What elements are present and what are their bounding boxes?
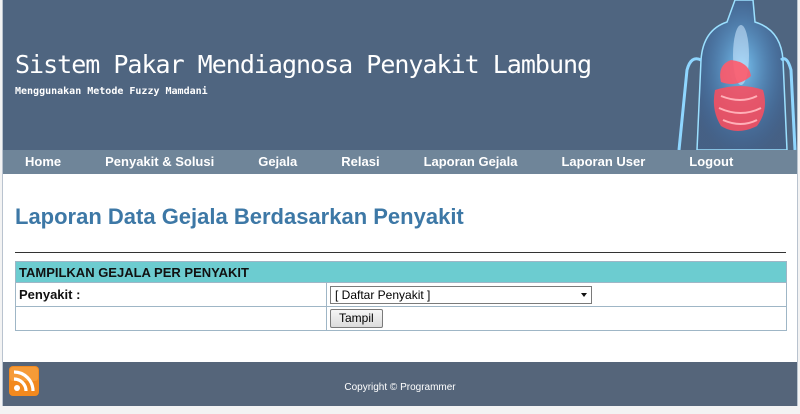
nav-relasi[interactable]: Relasi	[319, 150, 401, 174]
penyakit-select-value: [ Daftar Penyakit ]	[335, 287, 431, 302]
page-frame: Sistem Pakar Mendiagnosa Penyakit Lambun…	[2, 0, 798, 406]
tampil-button[interactable]: Tampil	[330, 309, 383, 328]
page-title: Laporan Data Gejala Berdasarkan Penyakit	[15, 204, 464, 229]
filter-form-table: TAMPILKAN GEJALA PER PENYAKIT Penyakit :…	[15, 261, 787, 331]
button-cell: Tampil	[326, 306, 787, 331]
site-footer: Copyright © Programmer	[3, 362, 797, 406]
penyakit-label: Penyakit :	[15, 282, 327, 307]
penyakit-select[interactable]: [ Daftar Penyakit ]	[330, 285, 592, 304]
nav-penyakit-solusi[interactable]: Penyakit & Solusi	[83, 150, 236, 174]
nav-home[interactable]: Home	[3, 150, 83, 174]
chevron-down-icon	[581, 292, 587, 297]
nav-laporan-gejala[interactable]: Laporan Gejala	[402, 150, 540, 174]
empty-cell	[15, 306, 327, 331]
site-title: Sistem Pakar Mendiagnosa Penyakit Lambun…	[15, 50, 592, 79]
penyakit-select-cell: [ Daftar Penyakit ]	[326, 282, 787, 307]
nav-logout[interactable]: Logout	[667, 150, 755, 174]
copyright-text: Copyright © Programmer	[344, 382, 456, 393]
site-subtitle: Menggunakan Metode Fuzzy Mamdani	[15, 86, 208, 97]
nav-laporan-user[interactable]: Laporan User	[539, 150, 667, 174]
main-content: Laporan Data Gejala Berdasarkan Penyakit…	[3, 174, 797, 362]
main-nav: Home Penyakit & Solusi Gejala Relasi Lap…	[3, 150, 797, 174]
divider	[15, 252, 786, 253]
nav-gejala[interactable]: Gejala	[236, 150, 319, 174]
stomach-anatomy-image	[657, 0, 797, 150]
site-header: Sistem Pakar Mendiagnosa Penyakit Lambun…	[3, 0, 797, 150]
form-heading: TAMPILKAN GEJALA PER PENYAKIT	[15, 261, 787, 283]
